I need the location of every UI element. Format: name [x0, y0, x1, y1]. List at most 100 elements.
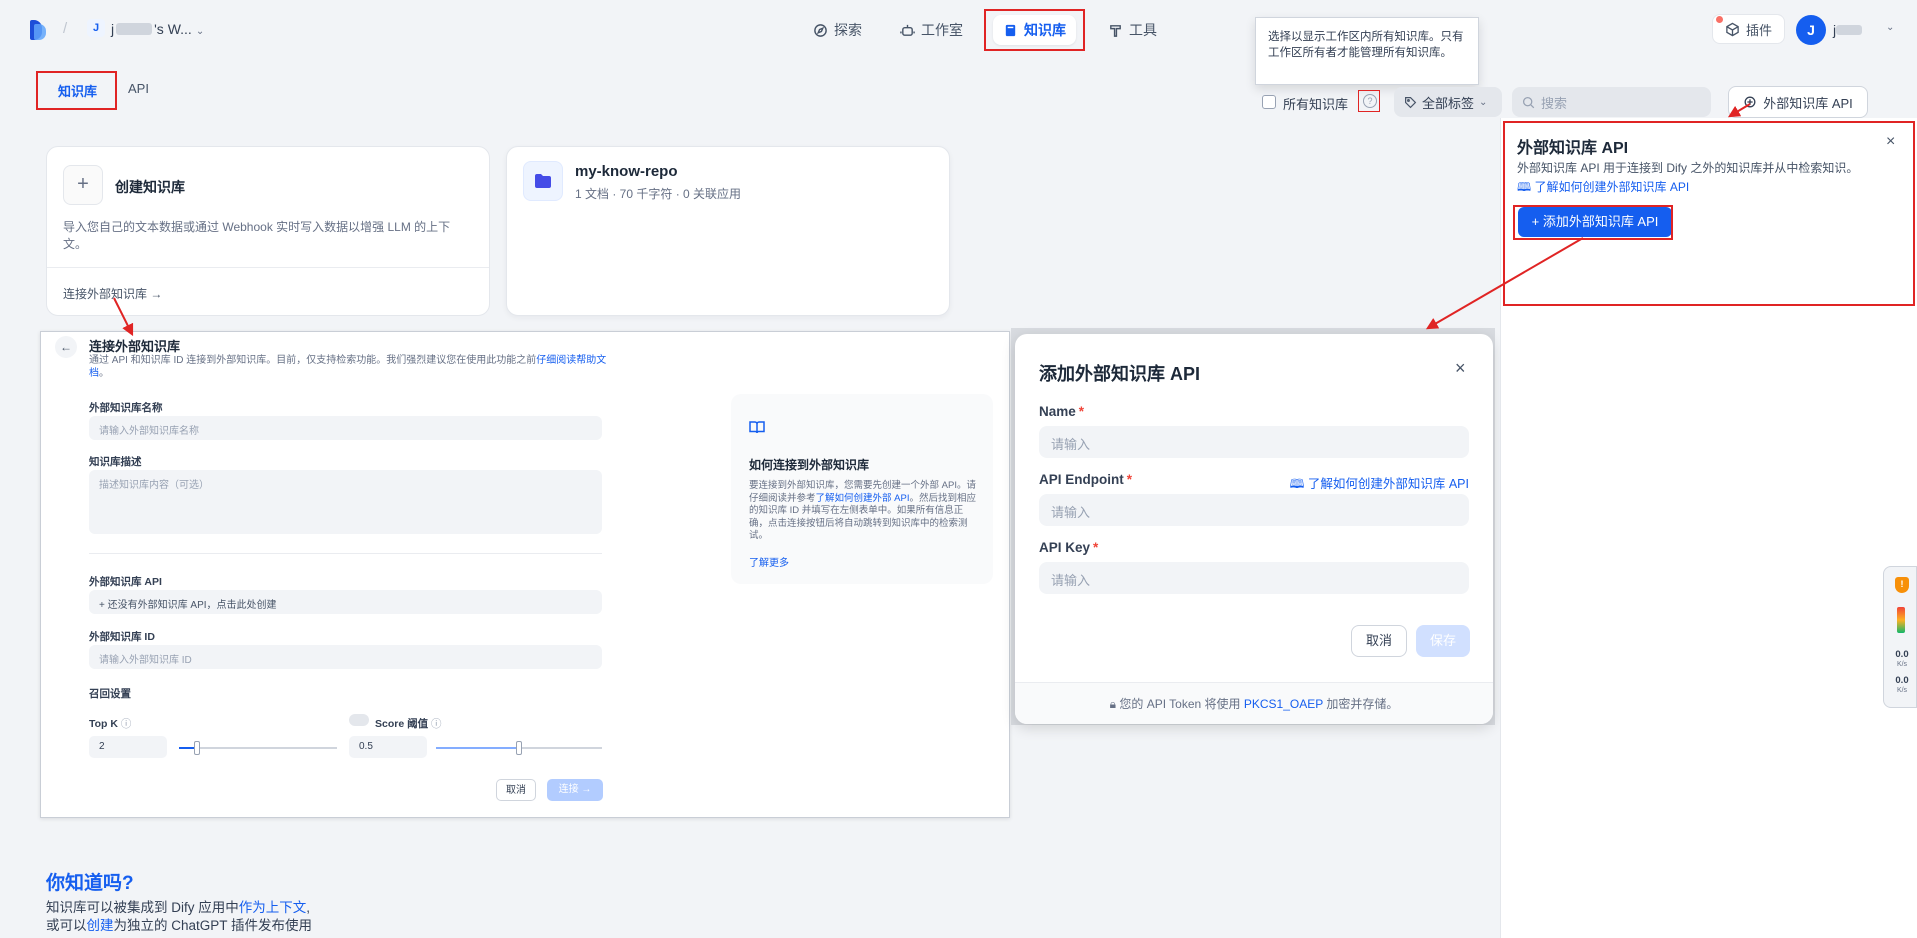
connect-desc-text: 通过 API 和知识库 ID 连接到外部知识库。目前，仅支持检索功能。我们强烈建…: [89, 355, 537, 366]
cancel-button[interactable]: 取消: [1351, 625, 1407, 657]
name-input[interactable]: 请输入: [1039, 426, 1469, 458]
app-logo[interactable]: [30, 20, 46, 40]
network-speed-widget[interactable]: ! 0.0 K/s 0.0 K/s: [1883, 566, 1917, 708]
did-you-know-line-1: 知识库可以被集成到 Dify 应用中作为上下文,: [46, 896, 310, 916]
connect-external-link[interactable]: 连接外部知识库 →: [63, 285, 162, 302]
search-input[interactable]: 搜索: [1512, 87, 1711, 117]
plugin-label: 插件: [1746, 22, 1773, 38]
retrieval-settings-label: 召回设置: [89, 688, 131, 700]
workspace-avatar[interactable]: J: [87, 19, 105, 37]
required-mark: *: [1126, 472, 1133, 487]
plus-icon: +: [63, 165, 103, 205]
external-name-label: 外部知识库名称: [89, 402, 163, 414]
close-icon[interactable]: ×: [1455, 358, 1466, 379]
nav-tools[interactable]: 工具: [1098, 15, 1167, 45]
all-kb-checkbox[interactable]: [1262, 95, 1276, 109]
connect-button[interactable]: 连接 →: [547, 779, 603, 801]
as-context-link[interactable]: 作为上下文: [239, 900, 307, 915]
topk-slider[interactable]: [179, 741, 337, 755]
annotation-highlight-tab: [36, 71, 117, 110]
annotation-highlight-nav: [984, 9, 1085, 51]
did-you-know-line-2: 或可以创建为独立的 ChatGPT 插件发布使用: [46, 914, 312, 934]
plugin-button[interactable]: 插件: [1712, 14, 1786, 44]
nav-studio-label: 工作室: [921, 22, 963, 38]
how-create-api-link[interactable]: 了解如何创建外部 API: [816, 493, 910, 504]
pkcs-link[interactable]: PKCS1_OAEP: [1244, 697, 1323, 711]
kb-description-label: 知识库描述: [89, 456, 142, 468]
nav-tools-label: 工具: [1129, 22, 1157, 38]
external-name-input[interactable]: 请输入外部知识库名称: [89, 416, 602, 440]
user-name[interactable]: j: [1833, 22, 1863, 38]
back-arrow-icon[interactable]: ←: [55, 336, 77, 358]
external-id-input[interactable]: 请输入外部知识库 ID: [89, 645, 602, 669]
external-api-label: 外部知识库 API: [1763, 95, 1853, 111]
endpoint-input[interactable]: 请输入: [1039, 494, 1469, 526]
create-plugin-link[interactable]: 创建: [87, 918, 114, 933]
signal-bar-icon: [1897, 607, 1905, 633]
nav-studio[interactable]: 工作室: [890, 15, 973, 45]
save-button[interactable]: 保存: [1416, 625, 1470, 657]
how-to-connect-box: 如何连接到外部知识库 要连接到外部知识库，您需要先创建一个外部 API。请仔细阅…: [731, 394, 993, 584]
workspace-name-suffix: 's W...: [154, 21, 192, 37]
connect-panel-title: 连接外部知识库: [89, 339, 181, 354]
endpoint-label-text: API Endpoint: [1039, 472, 1124, 487]
score-label: Score 阈值 ⓘ: [375, 716, 442, 731]
topk-input[interactable]: 2: [89, 736, 167, 758]
cube-icon: [1726, 22, 1739, 36]
kb-description-textarea[interactable]: 描述知识库内容（可选）: [89, 470, 602, 534]
create-knowledge-title: 创建知识库: [115, 179, 185, 195]
how-to-connect-description: 要连接到外部知识库，您需要先创建一个外部 API。请仔细阅读并参考了解如何创建外…: [749, 480, 977, 543]
dyk-line1-end: ,: [306, 900, 311, 915]
tab-api[interactable]: API: [128, 81, 149, 96]
score-label-text: Score 阈值: [375, 718, 429, 730]
score-input[interactable]: 0.5: [349, 736, 427, 758]
connect-desc-end: 。: [99, 368, 109, 379]
endpoint-label: API Endpoint *: [1039, 472, 1132, 487]
required-mark: *: [1093, 540, 1099, 555]
api-connection-icon: [1744, 96, 1756, 108]
footer-text: 您的 API Token 将使用: [1119, 697, 1241, 711]
redacted-text: [116, 23, 153, 35]
api-key-input[interactable]: 请输入: [1039, 562, 1469, 594]
cancel-button[interactable]: 取消: [496, 779, 536, 801]
nav-explore-label: 探索: [834, 22, 862, 38]
info-icon: ⓘ: [120, 718, 132, 730]
avatar[interactable]: J: [1796, 15, 1826, 45]
score-toggle[interactable]: [349, 714, 369, 726]
divider: [89, 553, 602, 554]
chevron-down-icon[interactable]: ⌄: [1886, 22, 1894, 33]
name-label: Name *: [1039, 404, 1084, 419]
search-placeholder: 搜索: [1541, 95, 1568, 111]
chevron-down-icon: ⌄: [1479, 96, 1488, 108]
learn-more-link[interactable]: 了解更多: [749, 554, 789, 569]
add-external-api-modal: 添加外部知识库 API × Name * 请输入 API Endpoint * 🕮 …: [1015, 334, 1493, 724]
api-key-label: API Key *: [1039, 540, 1098, 555]
create-api-help-link[interactable]: 🕮 了解如何创建外部知识库 API: [1290, 473, 1469, 496]
connect-panel-description: 通过 API 和知识库 ID 连接到外部知识库。目前，仅支持检索功能。我们强烈建…: [89, 354, 619, 380]
redacted-text: [1836, 25, 1863, 35]
knowledge-card[interactable]: my-know-repo 1 文档 · 70 千字符 · 0 关联应用: [506, 146, 950, 316]
book-open-icon: 🕮: [1289, 477, 1305, 491]
folder-icon: [523, 161, 563, 201]
modal-footer: 🔒︎ 您的 API Token 将使用 PKCS1_OAEP 加密并存储。: [1015, 682, 1493, 724]
top-bar: / J j's W... ⌄ 探索 工作室 知识库 工具 插件 J j ⌄: [0, 0, 1917, 58]
annotation-highlight-add-button: [1513, 205, 1673, 240]
tags-filter[interactable]: 全部标签 ⌄: [1394, 87, 1502, 117]
score-slider[interactable]: [436, 741, 602, 755]
how-to-connect-title: 如何连接到外部知识库: [749, 458, 870, 472]
knowledge-meta: 1 文档 · 70 千字符 · 0 关联应用: [575, 187, 742, 201]
connect-external-panel: ← 连接外部知识库 通过 API 和知识库 ID 连接到外部知识库。目前，仅支持…: [40, 331, 1010, 818]
tool-icon: [1110, 24, 1121, 37]
workspace-selector[interactable]: j 's W... ⌄: [111, 21, 204, 37]
external-api-button[interactable]: 外部知识库 API: [1728, 86, 1868, 118]
create-knowledge-card[interactable]: + 创建知识库 导入您自己的文本数据或通过 Webhook 实时写入数据以增强 …: [46, 146, 490, 316]
all-kb-label: 所有知识库: [1283, 97, 1349, 112]
tags-filter-label: 全部标签: [1422, 95, 1475, 111]
search-icon: [1522, 96, 1535, 108]
topk-label: Top K ⓘ: [89, 716, 131, 731]
external-api-select[interactable]: + 还没有外部知识库 API，点击此处创建: [89, 590, 602, 614]
knowledge-title: my-know-repo: [575, 163, 678, 180]
nav-explore[interactable]: 探索: [803, 15, 872, 45]
compass-icon: [814, 23, 827, 37]
upload-speed-value: 0.0: [1895, 649, 1909, 660]
